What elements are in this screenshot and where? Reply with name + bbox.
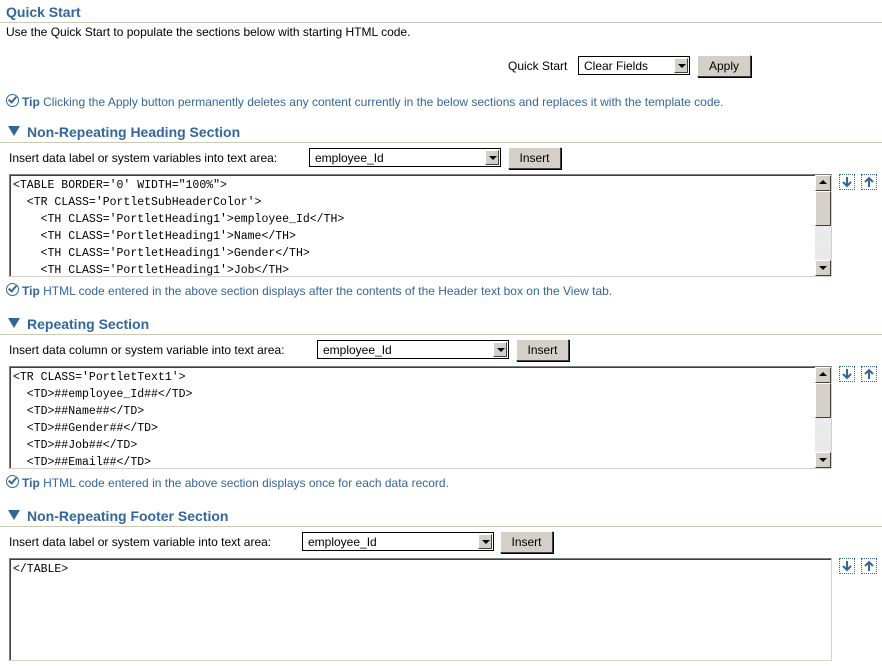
heading-variable-select-value: employee_Id — [315, 151, 384, 165]
collapse-triangle-icon[interactable] — [8, 318, 20, 328]
tip-text: Clicking the Apply button permanently de… — [43, 95, 724, 109]
footer-variable-select-value: employee_Id — [308, 535, 377, 549]
heading-tip: Tip HTML code entered in the above secti… — [6, 283, 612, 298]
shrink-textarea-icon[interactable] — [861, 558, 877, 574]
footer-variable-select[interactable]: employee_Id — [302, 532, 494, 551]
divider — [0, 142, 882, 143]
heading-code: <TABLE BORDER='0' WIDTH="100%"> <TR CLAS… — [13, 179, 345, 277]
heading-insert-label: Insert data label or system variables in… — [9, 151, 278, 165]
footer-insert-button[interactable]: Insert — [500, 531, 553, 553]
quick-start-tip: Tip Clicking the Apply button permanentl… — [6, 94, 724, 109]
divider — [0, 22, 882, 23]
check-icon — [6, 94, 19, 107]
scroll-thumb[interactable] — [815, 191, 831, 226]
heading-scrollbar[interactable] — [815, 175, 831, 276]
quick-start-title: Quick Start — [6, 4, 81, 20]
heading-code-textarea[interactable]: <TABLE BORDER='0' WIDTH="100%"> <TR CLAS… — [9, 174, 832, 277]
expand-textarea-icon[interactable] — [839, 558, 855, 574]
repeating-section-title: Repeating Section — [8, 316, 149, 332]
footer-code: </TABLE> — [13, 563, 69, 576]
divider — [0, 526, 882, 527]
collapse-triangle-icon[interactable] — [8, 510, 20, 520]
tip-label: Tip — [22, 476, 40, 490]
repeating-variable-select-value: employee_Id — [323, 343, 392, 357]
heading-variable-select[interactable]: employee_Id — [309, 148, 501, 167]
expand-textarea-icon[interactable] — [839, 174, 855, 190]
chevron-down-icon — [674, 58, 688, 73]
repeating-section-title-text: Repeating Section — [27, 316, 150, 332]
tip-text: HTML code entered in the above section d… — [43, 284, 613, 298]
repeating-insert-button[interactable]: Insert — [516, 339, 569, 361]
footer-section-title: Non-Repeating Footer Section — [8, 508, 228, 524]
scroll-down-icon[interactable] — [815, 452, 831, 468]
quick-start-description: Use the Quick Start to populate the sect… — [6, 25, 411, 39]
heading-section-title: Non-Repeating Heading Section — [8, 124, 240, 140]
chevron-down-icon — [493, 342, 507, 357]
tip-label: Tip — [22, 95, 40, 109]
chevron-down-icon — [478, 534, 492, 549]
footer-section-title-text: Non-Repeating Footer Section — [27, 508, 229, 524]
chevron-down-icon — [485, 150, 499, 165]
quick-start-select[interactable]: Clear Fields — [578, 56, 690, 75]
heading-insert-button[interactable]: Insert — [508, 147, 561, 169]
check-icon — [6, 283, 19, 296]
heading-section-title-text: Non-Repeating Heading Section — [27, 124, 241, 140]
repeating-code: <TR CLASS='PortletText1'> <TD>##employee… — [13, 371, 193, 469]
tip-label: Tip — [22, 284, 40, 298]
expand-textarea-icon[interactable] — [839, 366, 855, 382]
scroll-up-icon[interactable] — [815, 175, 831, 191]
check-icon — [6, 475, 19, 488]
repeating-tip: Tip HTML code entered in the above secti… — [6, 475, 449, 490]
repeating-scrollbar[interactable] — [815, 367, 831, 468]
footer-code-textarea[interactable]: </TABLE> — [9, 558, 832, 661]
repeating-variable-select[interactable]: employee_Id — [317, 340, 509, 359]
collapse-triangle-icon[interactable] — [8, 126, 20, 136]
quick-start-select-value: Clear Fields — [584, 59, 649, 73]
divider — [0, 334, 882, 335]
scroll-up-icon[interactable] — [815, 367, 831, 383]
footer-insert-label: Insert data label or system variable int… — [9, 535, 272, 549]
tip-text: HTML code entered in the above section d… — [43, 476, 449, 490]
repeating-insert-label: Insert data column or system variable in… — [9, 343, 285, 357]
apply-button[interactable]: Apply — [697, 55, 751, 77]
shrink-textarea-icon[interactable] — [861, 366, 877, 382]
quick-start-label: Quick Start — [508, 59, 568, 73]
repeating-code-textarea[interactable]: <TR CLASS='PortletText1'> <TD>##employee… — [9, 366, 832, 469]
shrink-textarea-icon[interactable] — [861, 174, 877, 190]
scroll-thumb[interactable] — [815, 383, 831, 418]
scroll-down-icon[interactable] — [815, 260, 831, 276]
